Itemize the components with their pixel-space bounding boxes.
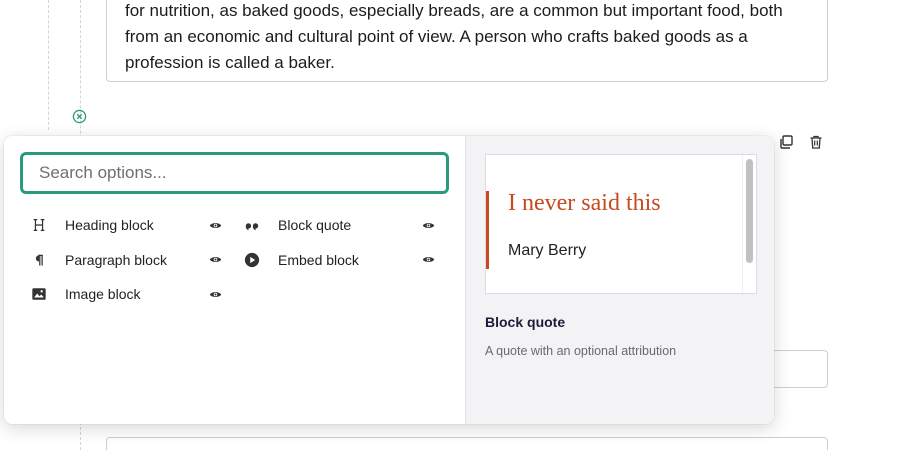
copy-icon [780,135,793,149]
preview-scrollbar[interactable] [742,155,756,293]
option-embed-block[interactable]: Embed block [233,243,446,278]
preview-eye-icon[interactable] [209,218,223,232]
preview-eye-icon[interactable] [209,287,223,301]
play-circle-icon [243,251,261,269]
option-label: Heading block [65,217,154,234]
duplicate-button[interactable] [778,134,794,150]
option-block-quote[interactable]: Block quote [233,208,446,243]
paragraph-block[interactable]: for nutrition, as baked goods, especiall… [106,0,828,82]
delete-button[interactable] [808,134,824,150]
trash-icon [810,135,822,149]
paragraph-text: for nutrition, as baked goods, especiall… [125,1,783,72]
option-label: Paragraph block [65,251,167,268]
option-label: Block quote [278,217,352,234]
block-toolbar [778,134,824,150]
option-label: Embed block [278,251,359,268]
preview-title: Block quote [485,314,566,330]
heading-icon [30,216,48,234]
option-heading-block[interactable]: Heading block [20,208,233,243]
preview-quote-text: I never said this [508,190,661,216]
background-block [106,437,828,450]
preview-quote-attribution: Mary Berry [508,242,587,259]
editor-guide-line-outer [48,0,49,130]
block-preview-pane: I never said this Mary Berry Block quote… [465,136,774,424]
block-options-list: Heading block Block quote Paragraph bloc… [20,208,449,312]
pilcrow-icon [30,251,48,269]
preview-quote: I never said this Mary Berry [486,190,726,269]
block-chooser: Heading block Block quote [4,136,774,424]
block-preview: I never said this Mary Berry [485,154,757,294]
preview-eye-icon[interactable] [422,218,436,232]
search-input[interactable] [20,152,449,194]
preview-eye-icon[interactable] [209,253,223,267]
block-options-pane: Heading block Block quote [4,136,465,424]
option-label: Image block [65,286,141,303]
preview-eye-icon[interactable] [422,253,436,267]
quote-icon [243,216,261,234]
close-circle-icon [72,109,87,124]
add-block-button[interactable] [72,109,87,124]
preview-scrollbar-thumb[interactable] [746,159,753,263]
image-icon [30,285,48,303]
preview-description: A quote with an optional attribution [485,344,677,358]
option-image-block[interactable]: Image block [20,277,233,312]
option-paragraph-block[interactable]: Paragraph block [20,243,233,278]
